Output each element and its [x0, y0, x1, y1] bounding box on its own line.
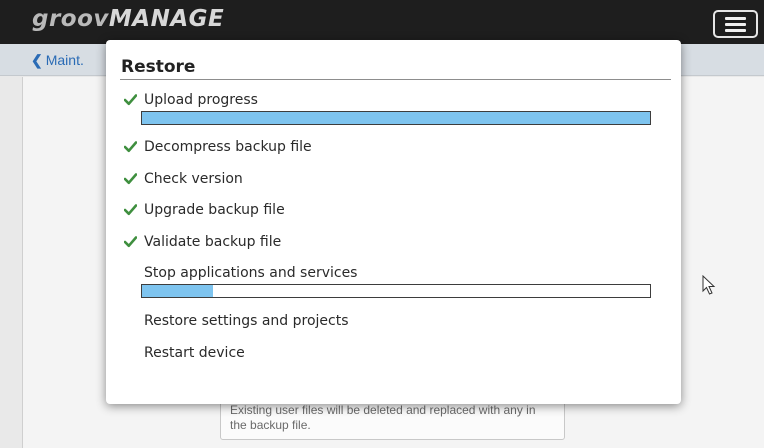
warning-text: Existing user files will be deleted and …	[230, 403, 536, 432]
menu-bar	[725, 23, 746, 26]
warning-note: Existing user files will be deleted and …	[220, 398, 565, 440]
logo-manage-text: MANAGE	[108, 6, 225, 32]
dialog-title: Restore	[121, 57, 196, 77]
top-header: groovMANAGE	[0, 0, 764, 44]
check-icon	[124, 141, 137, 153]
restore-dialog: Restore Upload progress Decompress backu…	[106, 40, 681, 404]
chevron-left-icon: ❮	[31, 52, 43, 68]
check-icon	[124, 173, 137, 185]
step-label: Upload progress	[144, 92, 258, 108]
step-label: Validate backup file	[144, 234, 282, 250]
step-restart-device: Restart device	[124, 345, 664, 365]
title-divider	[120, 79, 671, 80]
step-label: Restore settings and projects	[144, 313, 349, 329]
menu-bar	[725, 17, 746, 20]
mouse-pointer-icon	[702, 275, 716, 295]
groov-manage-logo: groovMANAGE	[32, 6, 224, 32]
step-label: Check version	[144, 171, 243, 187]
step-label: Restart device	[144, 345, 245, 361]
menu-bar	[725, 29, 746, 32]
step-decompress-backup-file: Decompress backup file	[124, 139, 664, 159]
step-stop-applications: Stop applications and services	[124, 265, 664, 285]
check-icon	[124, 204, 137, 216]
upload-progress-fill	[142, 112, 650, 124]
check-icon	[124, 236, 137, 248]
step-check-version: Check version	[124, 171, 664, 191]
step-label: Upgrade backup file	[144, 202, 285, 218]
step-validate-backup-file: Validate backup file	[124, 234, 664, 254]
check-icon	[124, 94, 137, 106]
hamburger-menu-icon[interactable]	[713, 10, 758, 38]
step-restore-settings: Restore settings and projects	[124, 313, 664, 333]
upload-progress-bar	[141, 111, 651, 125]
step-label: Decompress backup file	[144, 139, 312, 155]
back-button[interactable]: ❮ Maint.	[31, 52, 84, 69]
back-label: Maint.	[45, 52, 84, 68]
stop-services-progress-bar	[141, 284, 651, 298]
step-upgrade-backup-file: Upgrade backup file	[124, 202, 664, 222]
step-upload-progress: Upload progress	[124, 92, 664, 112]
stop-services-progress-fill	[142, 285, 214, 297]
step-label: Stop applications and services	[144, 265, 358, 281]
logo-groov-text: groov	[32, 6, 109, 32]
